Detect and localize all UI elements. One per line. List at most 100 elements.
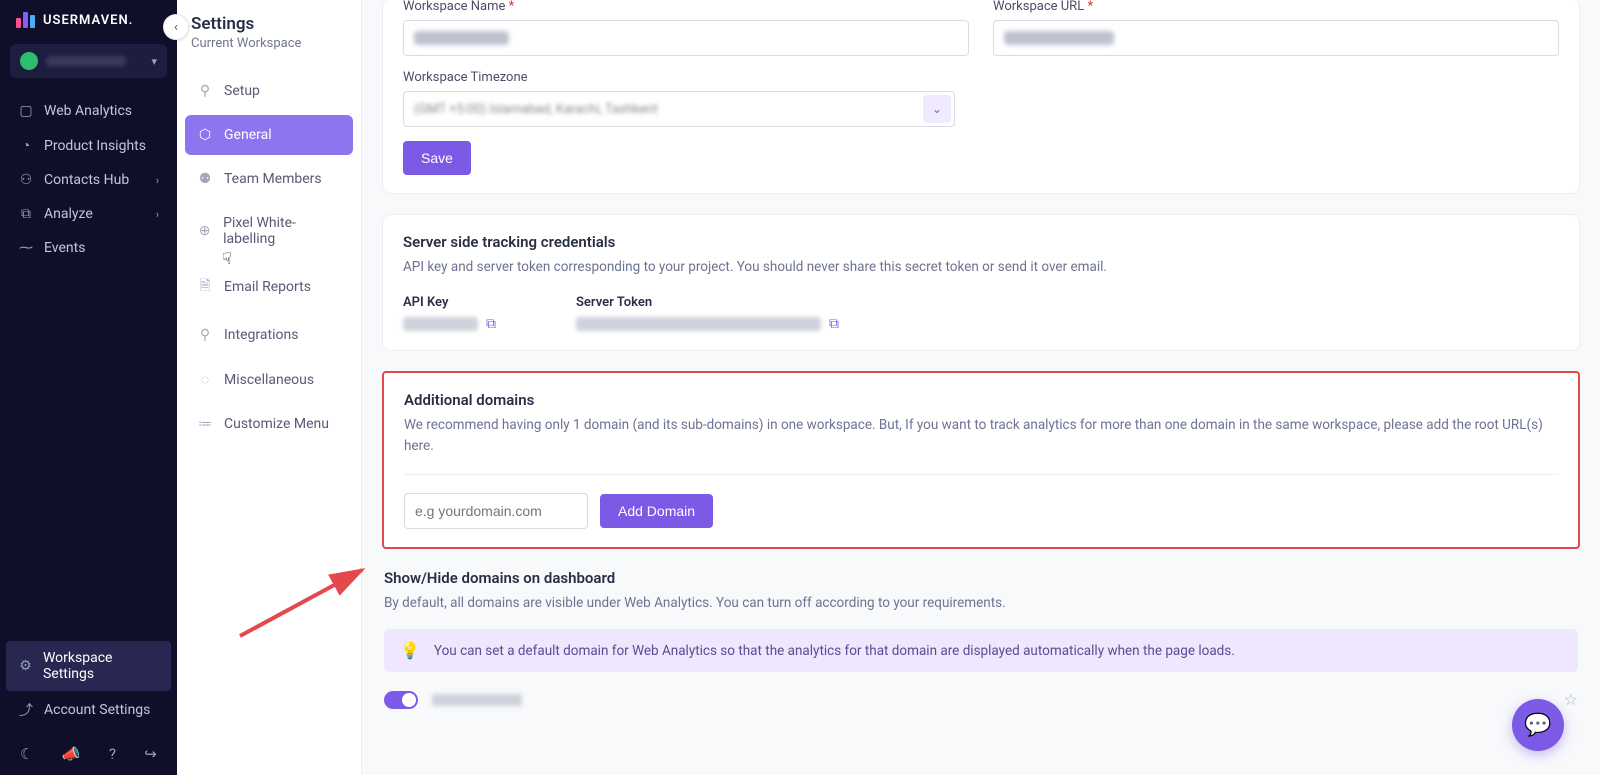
save-button[interactable]: Save xyxy=(403,141,471,175)
additional-domains-card: Additional domains We recommend having o… xyxy=(382,371,1580,549)
team-icon: ⚉ xyxy=(197,171,213,187)
brand-logo: USERMAVEN. xyxy=(0,0,177,38)
domain-name xyxy=(432,694,522,706)
server-desc: API key and server token corresponding t… xyxy=(403,257,1559,277)
server-token-value xyxy=(576,317,821,331)
domains-title: Additional domains xyxy=(404,391,1558,409)
settings-pixel-white-labelling[interactable]: ⊕ Pixel White-labelling xyxy=(185,203,353,259)
nav-events[interactable]: ⁓ Events xyxy=(6,231,171,265)
show-hide-desc: By default, all domains are visible unde… xyxy=(384,593,1578,613)
nav-label: Product Insights xyxy=(44,138,146,154)
settings-general[interactable]: ⬡ General xyxy=(185,115,353,155)
link-icon: ⚲ xyxy=(197,327,213,343)
brand-logo-icon xyxy=(16,12,35,28)
settings-item-label: Team Members xyxy=(224,171,322,187)
nav-web-analytics[interactable]: ▢ Web Analytics xyxy=(6,94,171,128)
server-tracking-card: Server side tracking credentials API key… xyxy=(382,214,1580,351)
workspace-timezone-select[interactable]: (GMT +5:00) Islamabad, Karachi, Tashkent xyxy=(403,91,955,127)
chevron-right-icon: › xyxy=(156,174,159,187)
show-hide-title: Show/Hide domains on dashboard xyxy=(384,569,1578,587)
link-icon: ⚲ xyxy=(197,83,213,99)
workspace-avatar xyxy=(20,52,38,70)
util-icon-bar: ☾ 📣 ? ↪ xyxy=(0,735,177,775)
settings-item-label: General xyxy=(224,127,272,143)
api-key-label: API Key xyxy=(403,295,496,310)
workspace-timezone-label: Workspace Timezone xyxy=(403,70,955,85)
nav-label: Account Settings xyxy=(44,702,150,718)
settings-setup[interactable]: ⚲ Setup xyxy=(185,71,353,111)
people-icon: ⚇ xyxy=(18,172,34,188)
copy-icon[interactable]: ⧉ xyxy=(486,316,496,332)
server-title: Server side tracking credentials xyxy=(403,233,1559,251)
analyze-icon: ⧉ xyxy=(18,206,34,222)
settings-item-label: Pixel White-labelling xyxy=(223,215,341,247)
add-domain-button[interactable]: Add Domain xyxy=(600,494,713,528)
divider xyxy=(404,474,1558,475)
settings-item-label: Integrations xyxy=(224,327,298,343)
workspace-url-label: Workspace URL * xyxy=(993,0,1559,14)
settings-integrations[interactable]: ⚲ Integrations xyxy=(185,315,353,355)
account-icon: ⤴ xyxy=(18,700,34,720)
api-key-value xyxy=(403,317,478,331)
copy-icon[interactable]: ⧉ xyxy=(829,316,839,332)
bottom-nav: ⚙Workspace Settings ⤴ Account Settings xyxy=(0,641,177,735)
hex-icon: ⬡ xyxy=(197,127,213,143)
circle-icon: ◌ xyxy=(197,371,213,388)
settings-miscellaneous[interactable]: ◌ Miscellaneous xyxy=(185,359,353,400)
nav-account-settings[interactable]: ⤴ Account Settings xyxy=(6,691,171,729)
settings-subtitle: Current Workspace xyxy=(177,36,361,65)
workspace-name-label: Workspace Name * xyxy=(403,0,969,14)
server-token-label: Server Token xyxy=(576,295,839,310)
logout-icon[interactable]: ↪ xyxy=(144,745,157,763)
settings-item-label: Customize Menu xyxy=(224,416,329,432)
settings-customize-menu[interactable]: ≔ Customize Menu xyxy=(185,404,353,444)
workspace-selector[interactable]: ▾ xyxy=(10,44,167,78)
nav-label: Contacts Hub xyxy=(44,172,129,188)
settings-item-label: Email Reports xyxy=(224,279,311,295)
pulse-icon: ⁓ xyxy=(18,240,34,256)
nav-workspace-settings[interactable]: ⚙Workspace Settings xyxy=(6,641,171,691)
chart-icon: ◔ xyxy=(18,137,34,154)
list-icon: ≔ xyxy=(197,416,213,432)
settings-item-label: Miscellaneous xyxy=(224,372,314,388)
nav-label: Web Analytics xyxy=(44,103,132,119)
bulb-icon: 💡 xyxy=(400,641,420,660)
settings-email-reports[interactable]: 🗎 Email Reports xyxy=(185,263,353,311)
chevron-down-icon[interactable]: ⌄ xyxy=(923,95,951,123)
domains-desc: We recommend having only 1 domain (and i… xyxy=(404,415,1558,456)
settings-sidebar: Settings Current Workspace ⚲ Setup ⬡ Gener… xyxy=(177,0,362,775)
chat-fab[interactable]: 💬 xyxy=(1512,699,1564,751)
settings-team-members[interactable]: ⚉ Team Members xyxy=(185,159,353,199)
nav-contacts-hub[interactable]: ⚇ Contacts Hub › xyxy=(6,163,171,197)
settings-nav: ⚲ Setup ⬡ General ⚉ Team Members ⊕ Pixel Whi… xyxy=(177,65,361,454)
settings-item-label: Setup xyxy=(224,83,260,99)
nav-analyze[interactable]: ⧉ Analyze › xyxy=(6,197,171,231)
sidebar-main: USERMAVEN. ▾ ▢ Web Analytics ◔ Product Ins… xyxy=(0,0,177,775)
brand-name: USERMAVEN. xyxy=(43,13,133,28)
moon-icon[interactable]: ☾ xyxy=(20,745,33,763)
help-icon[interactable]: ? xyxy=(109,745,116,763)
nav-label: Workspace Settings xyxy=(43,650,159,682)
info-text: You can set a default domain for Web Ana… xyxy=(434,643,1235,659)
settings-title: Settings xyxy=(177,14,361,36)
domain-input[interactable] xyxy=(404,493,588,529)
domain-toggle[interactable] xyxy=(384,691,418,709)
collapse-sidebar-button[interactable]: ‹ xyxy=(163,14,189,40)
chat-icon: 💬 xyxy=(1524,713,1551,738)
star-icon[interactable]: ☆ xyxy=(1564,690,1578,709)
workspace-name-input[interactable] xyxy=(403,20,969,56)
doc-icon: 🗎 xyxy=(197,275,213,299)
main-content: Workspace Name * Workspace URL * Workspa… xyxy=(362,0,1600,757)
main-nav: ▢ Web Analytics ◔ Product Insights ⚇ Contac… xyxy=(0,94,177,265)
chevron-right-icon: › xyxy=(156,208,159,221)
monitor-icon: ▢ xyxy=(18,103,34,119)
nav-label: Events xyxy=(44,240,85,256)
workspace-url-input[interactable] xyxy=(993,20,1559,56)
globe-icon: ⊕ xyxy=(197,223,212,239)
chevron-down-icon: ▾ xyxy=(151,55,157,68)
nav-label: Analyze xyxy=(44,206,93,222)
nav-product-insights[interactable]: ◔ Product Insights xyxy=(6,128,171,163)
show-hide-card: Show/Hide domains on dashboard By defaul… xyxy=(382,569,1580,727)
info-banner: 💡 You can set a default domain for Web A… xyxy=(384,629,1578,672)
megaphone-icon[interactable]: 📣 xyxy=(62,745,81,763)
